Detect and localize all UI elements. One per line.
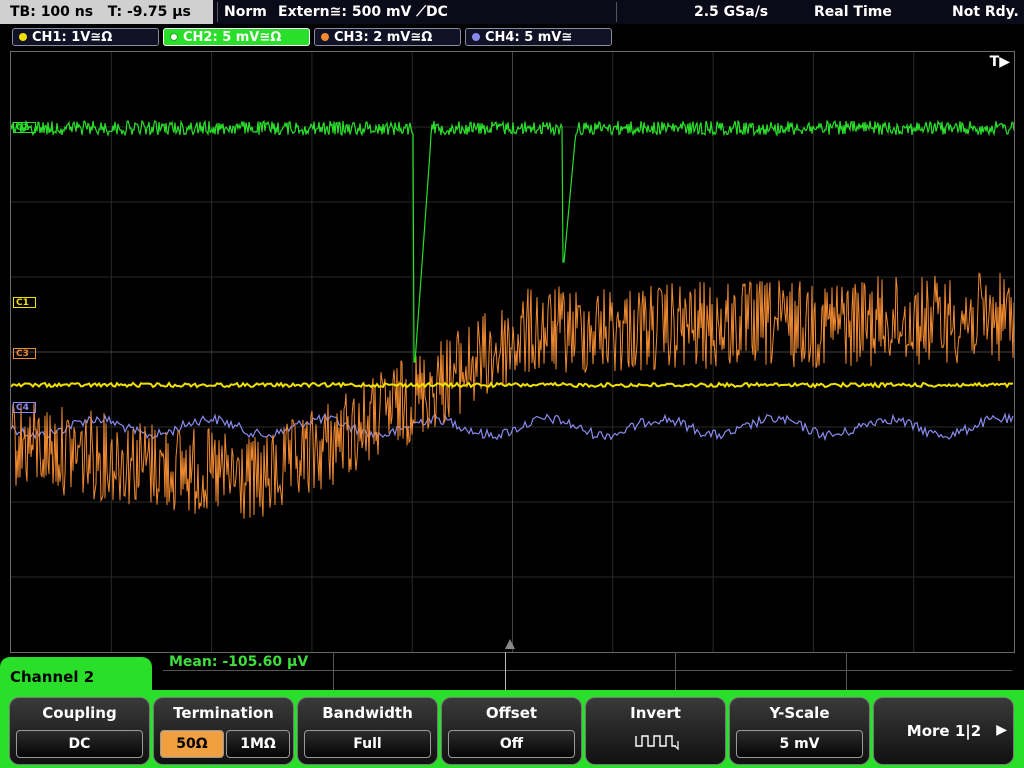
termination-1mohm-option[interactable]: 1MΩ — [226, 730, 290, 758]
divider — [675, 652, 676, 690]
ch1-offset-marker[interactable]: C1 — [13, 297, 36, 308]
next-page-icon: ▶ — [996, 722, 1007, 738]
more-button[interactable]: More 1|2 ▶ — [873, 697, 1014, 765]
acquisition-mode: Real Time — [814, 4, 892, 20]
mean-measurement: Mean: -105.60 µV — [169, 654, 309, 670]
bandwidth-button[interactable]: Bandwidth Full — [297, 697, 438, 765]
y-scale-value: 5 mV — [736, 730, 863, 758]
trigger-status: Not Rdy. — [952, 4, 1019, 20]
divider — [616, 2, 617, 22]
waveform-display[interactable]: T▶ C2 C1 C3 C4 — [10, 51, 1015, 653]
divider — [217, 2, 218, 22]
timebase-readout: TB: 100 ns — [10, 4, 94, 20]
trigger-time-readout: T: -9.75 µs — [107, 4, 191, 20]
ch2-dot-icon — [170, 33, 178, 41]
ch4-offset-marker[interactable]: C4 — [13, 402, 36, 413]
tab-ch2[interactable]: CH2: 5 mV≅Ω — [163, 28, 310, 46]
waveform-canvas — [11, 52, 1014, 652]
coupling-value: DC — [16, 730, 143, 758]
y-scale-button[interactable]: Y-Scale 5 mV — [729, 697, 870, 765]
ch1-dot-icon — [19, 33, 27, 41]
ch2-offset-marker[interactable]: C2 — [13, 122, 36, 133]
tab-ch1[interactable]: CH1: 1V≅Ω — [12, 28, 159, 46]
termination-50ohm-option[interactable]: 50Ω — [160, 730, 224, 758]
tab-ch4[interactable]: CH4: 5 mV≅ — [465, 28, 612, 46]
divider — [505, 652, 506, 690]
ch4-dot-icon — [472, 33, 480, 41]
menu-title: Channel 2 — [0, 657, 152, 697]
termination-button[interactable]: Termination 50Ω 1MΩ — [153, 697, 294, 765]
sample-rate: 2.5 GSa/s — [694, 4, 769, 20]
trigger-position-icon[interactable]: T▶ — [990, 54, 1010, 70]
invert-button[interactable]: Invert — [585, 697, 726, 765]
divider — [333, 652, 334, 690]
offset-value: Off — [448, 730, 575, 758]
tab-ch3[interactable]: CH3: 2 mV≅Ω — [314, 28, 461, 46]
trigger-source[interactable]: Extern≅: 500 mV ⟋DC — [278, 0, 448, 24]
ch3-dot-icon — [321, 33, 329, 41]
invert-waveform-icon — [635, 735, 679, 751]
trigger-mode[interactable]: Norm — [224, 0, 267, 24]
divider — [846, 652, 847, 690]
divider — [163, 670, 1012, 671]
ch3-offset-marker[interactable]: C3 — [13, 348, 36, 359]
timebase-box[interactable]: TB: 100 ns T: -9.75 µs — [0, 0, 213, 24]
coupling-button[interactable]: Coupling DC — [9, 697, 150, 765]
offset-button[interactable]: Offset Off — [441, 697, 582, 765]
bandwidth-value: Full — [304, 730, 431, 758]
trigger-point-icon — [505, 639, 515, 649]
